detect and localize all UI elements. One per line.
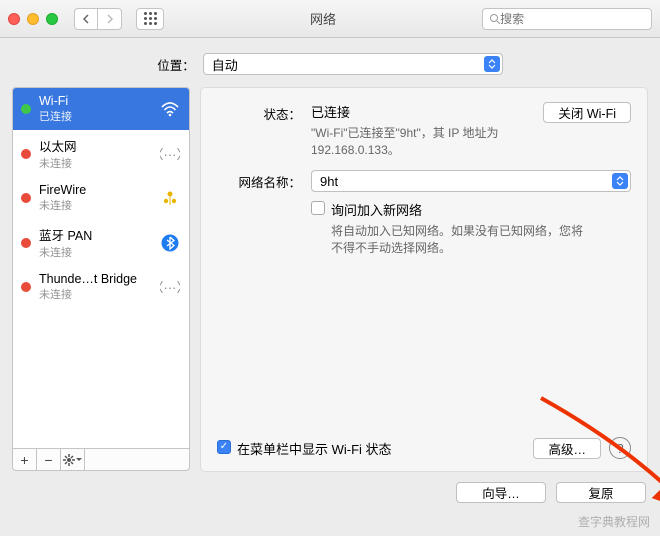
interface-name: 以太网	[39, 136, 151, 155]
ask-join-description: 将自动加入已知网络。如果没有已知网络，您将不得不手动选择网络。	[331, 222, 591, 256]
interface-status: 未连接	[39, 197, 151, 213]
location-label: 位置：	[157, 55, 195, 74]
watermark: 查字典教程网	[578, 513, 650, 530]
location-select[interactable]: 自动	[203, 53, 503, 75]
network-name-label: 网络名称：	[217, 170, 311, 256]
interface-name: 蓝牙 PAN	[39, 225, 151, 244]
menubar-label: 在菜单栏中显示 Wi-Fi 状态	[237, 439, 392, 458]
chevron-down-icon	[76, 458, 82, 462]
sidebar-item-firewire[interactable]: FireWire未连接	[13, 177, 189, 219]
help-button[interactable]: ?	[609, 437, 631, 459]
toggle-wifi-button[interactable]: 关闭 Wi-Fi	[543, 102, 631, 123]
menubar-checkbox[interactable]	[217, 440, 231, 454]
nav-buttons	[74, 8, 122, 30]
list-controls: + −	[12, 449, 190, 471]
interface-status: 未连接	[39, 244, 151, 260]
thunderbolt-icon: 〈···〉	[159, 279, 181, 295]
bluetooth-icon	[159, 234, 181, 252]
advanced-button[interactable]: 高级…	[533, 438, 601, 459]
traffic-lights	[8, 13, 58, 25]
ask-join-checkbox[interactable]	[311, 201, 325, 215]
location-row: 位置： 自动	[0, 38, 660, 87]
interface-name: Thunde…t Bridge	[39, 272, 151, 286]
sidebar-item-wifi[interactable]: Wi-Fi已连接	[13, 88, 189, 130]
status-value: 已连接	[311, 102, 501, 121]
svg-text:〈···〉: 〈···〉	[160, 280, 180, 295]
interface-status: 未连接	[39, 155, 151, 171]
detail-panel: 状态： 已连接 "Wi-Fi"已连接至"9ht"，其 IP 地址为 192.16…	[200, 87, 648, 472]
svg-text:〈···〉: 〈···〉	[160, 147, 180, 162]
chevron-updown-icon	[484, 56, 500, 72]
action-menu-button[interactable]	[61, 449, 85, 470]
status-dot	[21, 193, 31, 203]
ask-join-label: 询问加入新网络	[331, 200, 591, 219]
assist-button[interactable]: 向导…	[456, 482, 546, 503]
show-all-button[interactable]	[136, 8, 164, 30]
zoom-window[interactable]	[46, 13, 58, 25]
remove-interface-button[interactable]: −	[37, 449, 61, 470]
ethernet-icon: 〈···〉	[159, 146, 181, 162]
sidebar-item-ethernet[interactable]: 以太网未连接〈···〉	[13, 130, 189, 177]
sidebar-item-bluetooth[interactable]: 蓝牙 PAN未连接	[13, 219, 189, 266]
firewire-icon	[159, 189, 181, 207]
search-icon	[489, 13, 500, 25]
status-dot	[21, 282, 31, 292]
back-button[interactable]	[74, 8, 98, 30]
titlebar: 网络	[0, 0, 660, 38]
forward-button[interactable]	[98, 8, 122, 30]
close-window[interactable]	[8, 13, 20, 25]
network-name-value: 9ht	[320, 174, 338, 189]
chevron-updown-icon	[612, 173, 628, 189]
interface-name: Wi-Fi	[39, 94, 151, 108]
network-name-select[interactable]: 9ht	[311, 170, 631, 192]
network-sidebar: Wi-Fi已连接以太网未连接〈···〉FireWire未连接蓝牙 PAN未连接T…	[12, 87, 190, 472]
search-field[interactable]	[482, 8, 652, 30]
status-dot	[21, 149, 31, 159]
interface-status: 已连接	[39, 108, 151, 124]
footer-buttons: 向导… 复原	[0, 472, 660, 503]
search-input[interactable]	[500, 12, 645, 26]
status-dot	[21, 238, 31, 248]
wifi-icon	[159, 101, 181, 117]
status-description: "Wi-Fi"已连接至"9ht"，其 IP 地址为 192.168.0.133。	[311, 124, 501, 158]
status-label: 状态：	[217, 102, 311, 158]
network-list: Wi-Fi已连接以太网未连接〈···〉FireWire未连接蓝牙 PAN未连接T…	[12, 87, 190, 449]
minimize-window[interactable]	[27, 13, 39, 25]
restore-button[interactable]: 复原	[556, 482, 646, 503]
gear-icon	[63, 454, 75, 466]
status-dot	[21, 104, 31, 114]
sidebar-item-thunderbolt[interactable]: Thunde…t Bridge未连接〈···〉	[13, 266, 189, 308]
location-value: 自动	[212, 55, 238, 74]
window-title: 网络	[172, 9, 474, 28]
add-interface-button[interactable]: +	[13, 449, 37, 470]
interface-status: 未连接	[39, 286, 151, 302]
interface-name: FireWire	[39, 183, 151, 197]
